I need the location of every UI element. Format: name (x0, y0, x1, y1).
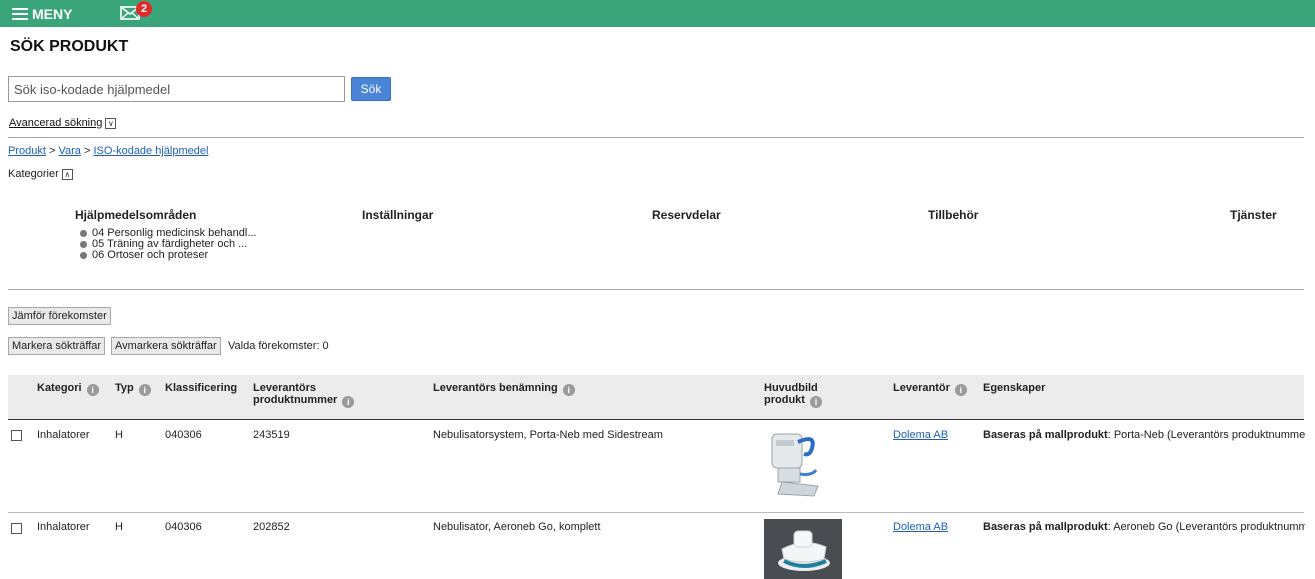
advanced-search-link[interactable]: Avancerad sökning ∨ (9, 117, 117, 129)
cell-category: Inhalatorer (37, 429, 90, 441)
top-navigation-bar: MENY 2 (0, 0, 1315, 27)
header-label: Typ (115, 382, 134, 394)
supplier-link[interactable]: Dolema AB (893, 521, 948, 533)
cell-supplier: Dolema AB (893, 521, 948, 533)
info-icon[interactable]: i (86, 384, 99, 396)
breadcrumb-vara[interactable]: Vara (58, 145, 80, 157)
chevron-up-icon[interactable]: ∧ (61, 168, 73, 180)
bullet-icon (80, 230, 87, 237)
areas-list: 04 Personlig medicinsk behandl... 05 Trä… (80, 228, 256, 261)
cell-supplier-name: Nebulisator, Aeroneb Go, komplett (433, 521, 601, 533)
divider (8, 137, 1304, 138)
prop-label: Baseras på mallprodukt (983, 521, 1108, 533)
unmark-hits-button[interactable]: Avmarkera sökträffar (111, 337, 221, 355)
search-input[interactable] (8, 76, 345, 102)
cell-properties: Baseras på mallprodukt: Porta-Neb (Lever… (983, 429, 1305, 441)
cell-supplier-name: Nebulisatorsystem, Porta-Neb med Sidestr… (433, 429, 663, 441)
info-icon[interactable]: i (954, 384, 967, 396)
menu-label: MENY (32, 5, 73, 22)
column-header-supplier-name[interactable]: Leverantörs benämning i (433, 382, 575, 396)
page-title: SÖK PRODUKT (10, 38, 129, 55)
breadcrumb-produkt[interactable]: Produkt (8, 145, 46, 157)
compare-button[interactable]: Jämför förekomster (8, 307, 111, 325)
category-header-settings: Inställningar (362, 208, 434, 222)
info-icon[interactable]: i (810, 396, 823, 408)
category-header-areas: Hjälpmedelsområden (75, 208, 197, 222)
column-header-main-image[interactable]: Huvudbild produkt i (764, 382, 823, 408)
column-header-category[interactable]: Kategori i (37, 382, 99, 396)
column-header-classification[interactable]: Klassificering (165, 382, 237, 394)
breadcrumb: Produkt > Vara > ISO-kodade hjälpmedel (8, 145, 208, 157)
mark-hits-button[interactable]: Markera sökträffar (8, 337, 106, 355)
header-label: produktnummer (253, 394, 338, 406)
divider (8, 289, 1304, 290)
prop-label: Baseras på mallprodukt (983, 429, 1108, 441)
category-header-accessories: Tillbehör (928, 208, 979, 222)
product-image-porta-neb[interactable] (760, 426, 830, 502)
info-icon[interactable]: i (562, 384, 575, 396)
header-label: Leverantörs benämning (433, 382, 558, 394)
chevron-down-icon[interactable]: ∨ (105, 117, 117, 129)
category-header-services: Tjänster (1230, 208, 1277, 222)
advanced-search-label: Avancerad sökning (9, 117, 103, 129)
hamburger-icon (12, 8, 28, 20)
menu-button[interactable]: MENY (12, 6, 72, 22)
categories-label: Kategorier (8, 168, 59, 180)
column-header-supplier-number[interactable]: Leverantörs produktnummer i (253, 382, 355, 408)
cell-classification: 040306 (165, 521, 202, 533)
cell-supplier-number: 243519 (253, 429, 290, 441)
row-checkbox[interactable] (11, 523, 22, 534)
cell-supplier: Dolema AB (893, 429, 948, 441)
mail-count-badge: 2 (136, 1, 152, 17)
info-icon[interactable]: i (138, 384, 151, 396)
breadcrumb-separator: > (48, 145, 56, 157)
cell-properties: Baseras på mallprodukt: Aeroneb Go (Leve… (983, 521, 1305, 533)
cell-type: H (115, 429, 123, 441)
cell-category: Inhalatorer (37, 521, 90, 533)
column-header-properties[interactable]: Egenskaper (983, 382, 1045, 394)
column-header-type[interactable]: Typ i (115, 382, 151, 396)
search-button[interactable]: Sök (351, 77, 391, 101)
selected-count: Valda förekomster: 0 (228, 340, 329, 352)
cell-type: H (115, 521, 123, 533)
supplier-link[interactable]: Dolema AB (893, 429, 948, 441)
cell-classification: 040306 (165, 429, 202, 441)
breadcrumb-separator: > (83, 145, 91, 157)
header-label: Huvudbild (764, 382, 818, 394)
breadcrumb-iso[interactable]: ISO-kodade hjälpmedel (93, 145, 208, 157)
header-label: Leverantör (893, 382, 950, 394)
cell-supplier-number: 202852 (253, 521, 290, 533)
bullet-icon (80, 241, 87, 248)
header-label: produkt (764, 394, 805, 406)
column-header-supplier[interactable]: Leverantör i (893, 382, 967, 396)
area-label: 06 Ortoser och proteser (92, 249, 209, 261)
bullet-icon (80, 252, 87, 259)
product-image-aeroneb-go[interactable] (764, 519, 842, 579)
info-icon[interactable]: i (342, 396, 355, 408)
prop-value: : Porta-Neb (Leverantörs produktnummer (1107, 429, 1305, 441)
categories-toggle[interactable]: Kategorier ∧ (8, 168, 73, 180)
header-label: Kategori (37, 382, 82, 394)
header-label: Leverantörs (253, 382, 316, 394)
row-checkbox[interactable] (11, 430, 22, 441)
category-header-spare-parts: Reservdelar (652, 208, 721, 222)
row-divider (8, 512, 1304, 513)
list-item[interactable]: 06 Ortoser och proteser (80, 250, 256, 261)
prop-value: : Aeroneb Go (Leverantörs produktnummer (1107, 521, 1305, 533)
